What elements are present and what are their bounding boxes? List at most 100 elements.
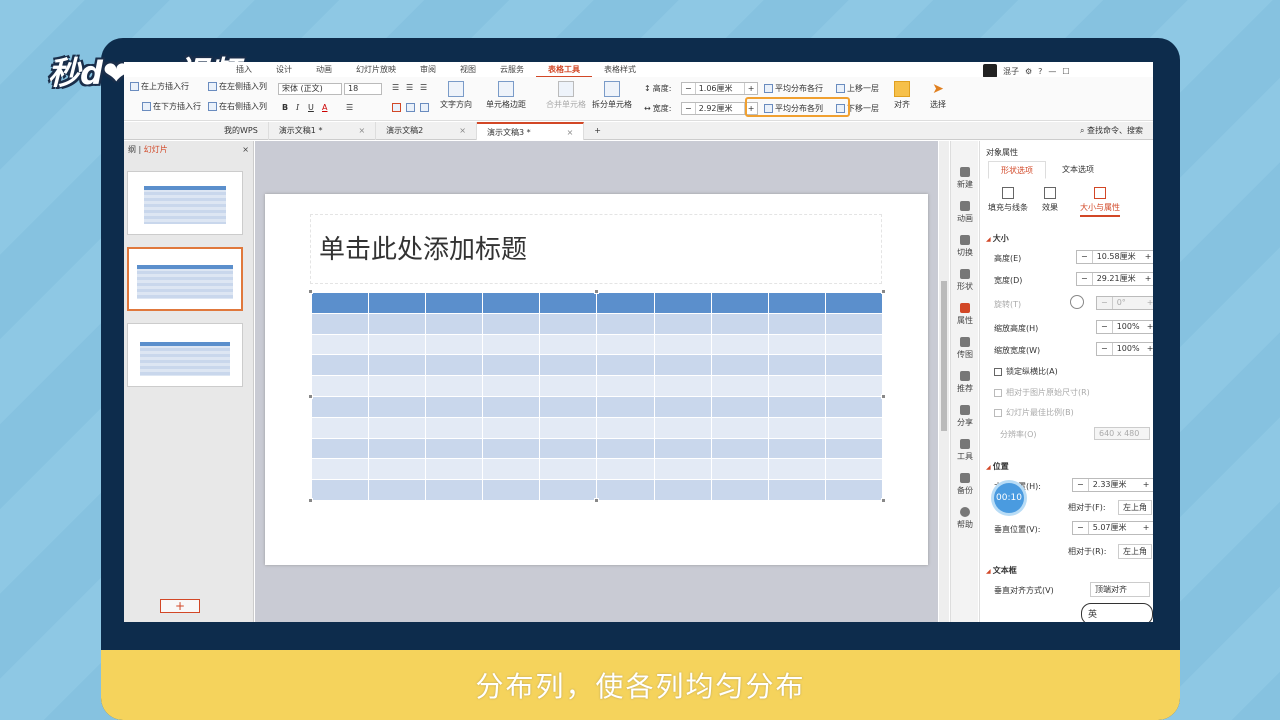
- sidebar-item-shape[interactable]: 形状: [951, 269, 979, 292]
- insert-above-button[interactable]: 在上方插入行: [130, 81, 189, 92]
- rotate-dial[interactable]: [1070, 295, 1084, 309]
- user-name[interactable]: 混子: [1003, 66, 1019, 77]
- tab-cloud[interactable]: 云服务: [488, 62, 536, 77]
- rotate-spinner[interactable]: −0° +: [1096, 296, 1153, 310]
- subtab-effect[interactable]: 效果: [1042, 187, 1058, 213]
- tab-slideshow[interactable]: 幻灯片放映: [344, 62, 408, 77]
- hpos-spinner[interactable]: −2.33厘米 +: [1072, 478, 1153, 492]
- tab-outline[interactable]: 纲: [128, 145, 136, 154]
- tab-design[interactable]: 设计: [264, 62, 304, 77]
- section-size[interactable]: 大小: [986, 233, 1009, 244]
- cell-margin-button[interactable]: 单元格边距: [486, 81, 526, 110]
- sidebar-item-animation[interactable]: 动画: [951, 201, 979, 224]
- vertical-scrollbar[interactable]: [939, 141, 949, 622]
- resize-handle[interactable]: [594, 498, 599, 503]
- scale-width-spinner[interactable]: −100% +: [1096, 342, 1153, 356]
- sidebar-item-new[interactable]: 新建: [951, 167, 979, 190]
- ime-indicator[interactable]: 英: [1081, 603, 1153, 622]
- close-icon[interactable]: ×: [459, 126, 466, 135]
- slide-thumbnail-3[interactable]: [127, 323, 243, 387]
- tab-doc3[interactable]: 演示文稿3 * ×: [476, 121, 585, 140]
- cell-align-bot-icon[interactable]: [420, 103, 429, 112]
- resize-handle[interactable]: [594, 289, 599, 294]
- insert-left-button[interactable]: 在左侧插入列: [208, 81, 267, 92]
- merge-cells-button[interactable]: 合并单元格: [546, 81, 586, 110]
- minimize-icon[interactable]: —: [1048, 67, 1056, 76]
- resize-handle[interactable]: [881, 498, 886, 503]
- slide-thumbnail-1[interactable]: [127, 171, 243, 235]
- tab-my-wps[interactable]: 我的WPS: [124, 121, 269, 140]
- tab-doc2[interactable]: 演示文稿2 ×: [376, 121, 477, 140]
- relative-to-select[interactable]: 左上角: [1118, 500, 1152, 515]
- font-color-button[interactable]: A: [322, 103, 327, 112]
- tab-shape-options[interactable]: 形状选项: [988, 161, 1046, 179]
- row-height-spinner[interactable]: −1.06厘米 +: [681, 82, 759, 95]
- slide-table[interactable]: [310, 292, 884, 501]
- close-icon[interactable]: ×: [242, 145, 249, 154]
- new-tab-button[interactable]: +: [584, 122, 611, 140]
- best-scale-checkbox[interactable]: 幻灯片最佳比例(B): [994, 407, 1074, 418]
- resolution-select[interactable]: 640 x 480: [1094, 427, 1150, 440]
- sidebar-item-upload-image[interactable]: 传图: [951, 337, 979, 360]
- select-button[interactable]: ➤ 选择: [930, 81, 946, 110]
- italic-button[interactable]: I: [296, 103, 299, 112]
- scale-height-spinner[interactable]: −100% +: [1096, 320, 1153, 334]
- title-placeholder[interactable]: 单击此处添加标题: [310, 214, 882, 284]
- search-command[interactable]: ⌕ 查找命令、搜索: [1070, 122, 1153, 140]
- width-spinner[interactable]: −29.21厘米 +: [1076, 272, 1153, 286]
- subtab-fill-line[interactable]: 填充与线条: [988, 187, 1028, 213]
- split-cells-button[interactable]: 拆分单元格: [592, 81, 632, 110]
- insert-right-button[interactable]: 在右侧插入列: [208, 101, 267, 112]
- slide-thumbnail-2[interactable]: [127, 247, 243, 311]
- distribute-rows-button[interactable]: 平均分布各行: [764, 83, 823, 94]
- skin-icon[interactable]: ⚙: [1025, 67, 1032, 76]
- section-position[interactable]: 位置: [986, 461, 1009, 472]
- sidebar-item-recommend[interactable]: 推荐: [951, 371, 979, 394]
- panel-title[interactable]: 对象属性: [986, 147, 1018, 158]
- align-button[interactable]: 对齐: [894, 81, 910, 110]
- line-spacing-icon[interactable]: ☰: [346, 103, 353, 112]
- text-direction-button[interactable]: 文字方向: [440, 81, 472, 110]
- font-size-select[interactable]: 18: [344, 83, 382, 95]
- cell-align-mid-icon[interactable]: [406, 103, 415, 112]
- sidebar-item-backup[interactable]: 备份: [951, 473, 979, 496]
- align-left-icon[interactable]: ☰: [392, 83, 399, 92]
- tab-table-tools[interactable]: 表格工具: [536, 62, 592, 77]
- resize-handle[interactable]: [308, 394, 313, 399]
- bring-forward-button[interactable]: 上移一层: [836, 83, 879, 94]
- sidebar-item-properties[interactable]: 属性: [951, 303, 979, 326]
- resize-handle[interactable]: [308, 289, 313, 294]
- tab-table-style[interactable]: 表格样式: [592, 62, 648, 77]
- font-family-select[interactable]: 宋体 (正文): [278, 83, 342, 95]
- close-icon[interactable]: ×: [358, 126, 365, 135]
- lock-aspect-checkbox[interactable]: 锁定纵横比(A): [994, 366, 1058, 377]
- resize-handle[interactable]: [881, 289, 886, 294]
- subtab-size-props[interactable]: 大小与属性: [1080, 187, 1120, 217]
- underline-button[interactable]: U: [308, 103, 314, 112]
- scrollbar-thumb[interactable]: [941, 281, 947, 431]
- vpos-spinner[interactable]: −5.07厘米 +: [1072, 521, 1153, 535]
- height-spinner[interactable]: −10.58厘米 +: [1076, 250, 1153, 264]
- cell-align-top-icon[interactable]: [392, 103, 401, 112]
- sidebar-item-transition[interactable]: 切换: [951, 235, 979, 258]
- sidebar-item-share[interactable]: 分享: [951, 405, 979, 428]
- resize-handle[interactable]: [881, 394, 886, 399]
- relative-original-checkbox[interactable]: 相对于图片原始尺寸(R): [994, 387, 1090, 398]
- tab-review[interactable]: 审阅: [408, 62, 448, 77]
- sidebar-item-help[interactable]: 帮助: [951, 507, 979, 530]
- tab-slides[interactable]: 幻灯片: [144, 145, 168, 154]
- align-right-icon[interactable]: ☰: [420, 83, 427, 92]
- add-slide-button[interactable]: +: [160, 599, 200, 613]
- valign-select[interactable]: 顶端对齐: [1090, 582, 1150, 597]
- relative-to-select-2[interactable]: 左上角: [1118, 544, 1152, 559]
- tab-doc1[interactable]: 演示文稿1 * ×: [269, 121, 377, 140]
- help-icon[interactable]: ?: [1038, 67, 1042, 76]
- section-textbox[interactable]: 文本框: [986, 565, 1017, 576]
- bold-button[interactable]: B: [282, 103, 288, 112]
- tab-text-options[interactable]: 文本选项: [1050, 161, 1106, 179]
- restore-icon[interactable]: ☐: [1062, 67, 1069, 76]
- close-icon[interactable]: ×: [567, 128, 574, 137]
- resize-handle[interactable]: [308, 498, 313, 503]
- sidebar-item-tools[interactable]: 工具: [951, 439, 979, 462]
- tab-insert[interactable]: 插入: [224, 62, 264, 77]
